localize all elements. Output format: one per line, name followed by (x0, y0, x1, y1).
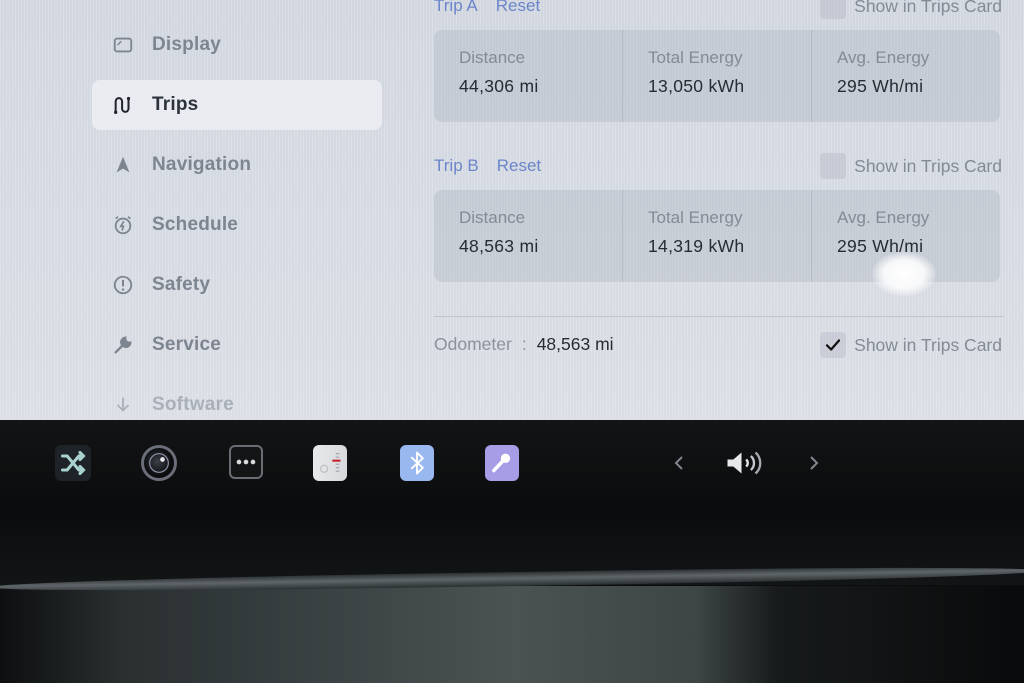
stat-label: Total Energy (648, 208, 743, 227)
screen-glare (872, 252, 936, 296)
stat-value: 44,306 mi (459, 76, 539, 96)
trips-route-icon (110, 93, 136, 117)
previous-chevron-icon (674, 456, 683, 470)
more-apps-button[interactable] (229, 445, 263, 479)
stat-label: Total Energy (648, 48, 743, 67)
trip-a-title: Trip A (434, 0, 478, 15)
trip-a-avg-energy: Avg. Energy 295 Wh/mi (812, 30, 1000, 122)
trip-b-title: Trip B (434, 156, 479, 175)
display-icon (110, 33, 136, 57)
sidebar-item-safety[interactable]: Safety (92, 260, 382, 310)
sidebar-item-label: Trips (152, 94, 199, 115)
radio-tuner-icon (320, 453, 341, 473)
bottom-dock (0, 420, 1024, 505)
volume-icon (727, 451, 762, 475)
radio-button[interactable] (313, 445, 347, 481)
sidebar-item-navigation[interactable]: Navigation (92, 140, 382, 190)
previous-button[interactable] (667, 445, 691, 481)
trip-a-total-energy: Total Energy 13,050 kWh (623, 30, 812, 122)
wrench-icon (110, 333, 136, 357)
bluetooth-button[interactable] (400, 445, 434, 481)
stat-label: Avg. Energy (837, 48, 930, 67)
exclamation-circle-icon (110, 273, 136, 297)
checkmark-icon (826, 339, 841, 351)
shuffle-button[interactable] (55, 445, 91, 481)
bluetooth-icon (410, 451, 424, 475)
settings-sidebar: Display Trips Navigation Schedule Safety (92, 0, 384, 420)
camera-button[interactable] (141, 445, 177, 481)
trip-b-distance: Distance 48,563 mi (434, 190, 623, 282)
trip-a-reset-button[interactable]: Reset (496, 0, 540, 16)
sidebar-item-label: Display (152, 34, 221, 55)
sidebar-item-label: Navigation (152, 154, 252, 175)
stat-value: 14,319 kWh (648, 236, 745, 256)
settings-screen: Display Trips Navigation Schedule Safety (0, 0, 1024, 420)
show-in-trips-card-label: Show in Trips Card (854, 0, 1002, 16)
download-arrow-icon (110, 393, 136, 417)
odometer-show-checkbox[interactable] (820, 332, 847, 358)
sidebar-item-label: Software (152, 394, 234, 415)
trip-a-card: Distance 44,306 mi Total Energy 13,050 k… (434, 30, 1000, 122)
odometer-label: Odometer (434, 334, 512, 354)
show-in-trips-card-label: Show in Trips Card (854, 155, 1002, 176)
stat-label: Distance (459, 208, 526, 227)
alarm-clock-bolt-icon (110, 213, 136, 237)
volume-button[interactable] (722, 445, 768, 481)
microphone-icon (492, 453, 511, 473)
car-interior-background (0, 586, 1024, 683)
next-button[interactable] (802, 445, 826, 481)
camera-icon (149, 453, 169, 473)
stat-value: 48,563 mi (459, 236, 539, 256)
shuffle-icon (60, 450, 86, 476)
sidebar-item-label: Service (152, 334, 222, 355)
trip-b-show-checkbox[interactable] (820, 153, 847, 179)
navigation-arrow-icon (110, 153, 136, 177)
stat-label: Avg. Energy (837, 208, 930, 227)
sidebar-item-service[interactable]: Service (92, 320, 382, 370)
stat-value: 13,050 kWh (648, 76, 745, 96)
trip-b-show-in-trips-card[interactable]: Show in Trips Card (820, 153, 1002, 179)
trip-a-show-checkbox[interactable] (820, 0, 847, 19)
more-dots-icon (236, 459, 256, 465)
sidebar-item-software[interactable]: Software (92, 380, 382, 420)
trips-panel: Trip A Reset Show in Trips Card Distance… (434, 0, 1004, 420)
stat-value: 295 Wh/mi (837, 76, 924, 96)
sidebar-item-label: Schedule (152, 214, 239, 235)
trip-b-header: Trip B Reset Show in Trips Card (434, 152, 1004, 180)
sidebar-item-display[interactable]: Display (92, 20, 382, 70)
microphone-button[interactable] (485, 445, 519, 481)
section-divider (434, 316, 1004, 317)
trip-a-distance: Distance 44,306 mi (434, 30, 623, 122)
stat-label: Distance (459, 48, 526, 67)
sidebar-item-label: Safety (152, 274, 211, 295)
odometer-show-in-trips-card[interactable]: Show in Trips Card (820, 332, 1002, 358)
trip-b-total-energy: Total Energy 14,319 kWh (623, 190, 812, 282)
sidebar-item-trips[interactable]: Trips (92, 80, 382, 130)
odometer-value: 48,563 mi (536, 334, 614, 354)
next-chevron-icon (810, 456, 819, 470)
trip-b-reset-button[interactable]: Reset (497, 156, 541, 176)
trip-a-header: Trip A Reset Show in Trips Card (434, 0, 1004, 20)
trip-a-show-in-trips-card[interactable]: Show in Trips Card (820, 0, 1002, 19)
sidebar-item-schedule[interactable]: Schedule (92, 200, 382, 250)
odometer-row: Odometer : 48,563 mi (434, 334, 614, 355)
odometer-separator: : (521, 334, 527, 354)
show-in-trips-card-label: Show in Trips Card (854, 334, 1002, 355)
